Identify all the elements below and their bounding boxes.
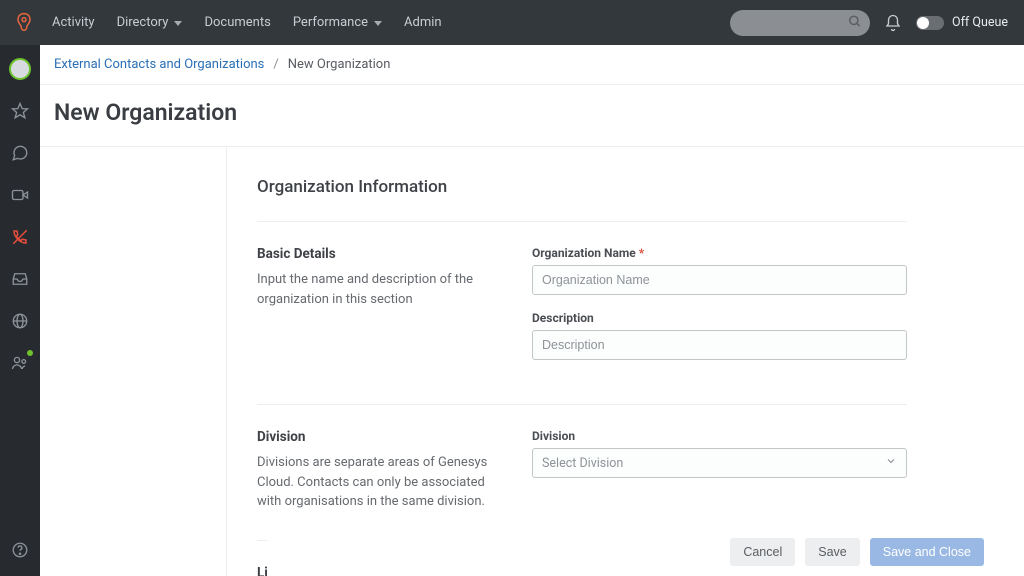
description-input[interactable]: [532, 330, 907, 360]
top-nav-bar: Activity Directory Documents Performance…: [0, 0, 1024, 45]
division-label: Division: [257, 429, 512, 445]
division-select-placeholder: Select Division: [542, 456, 623, 471]
brand-logo[interactable]: [16, 12, 40, 34]
section-heading: Organization Information: [257, 177, 907, 197]
breadcrumb-current: New Organization: [288, 57, 391, 72]
chat-icon[interactable]: [0, 141, 40, 165]
toggle-switch[interactable]: [916, 16, 944, 30]
nav-performance[interactable]: Performance: [293, 15, 382, 30]
chevron-down-icon: [174, 21, 182, 26]
nav-items: Activity Directory Documents Performance…: [52, 15, 442, 30]
save-button[interactable]: Save: [805, 538, 860, 566]
profile-avatar[interactable]: [0, 57, 40, 81]
breadcrumb-separator: /: [273, 57, 278, 72]
org-name-input[interactable]: [532, 265, 907, 295]
global-search[interactable]: [730, 10, 870, 36]
queue-label: Off Queue: [952, 15, 1008, 30]
status-dot: [27, 350, 33, 356]
basic-details-desc: Input the name and description of the or…: [257, 270, 512, 309]
main-area: External Contacts and Organizations / Ne…: [40, 45, 1024, 576]
division-desc: Divisions are separate areas of Genesys …: [257, 453, 512, 512]
chevron-down-icon: [885, 455, 897, 471]
chevron-down-icon: [374, 21, 382, 26]
divider: [257, 404, 907, 405]
secondary-sidebar: [40, 147, 227, 576]
video-icon[interactable]: [0, 183, 40, 207]
queue-toggle[interactable]: Off Queue: [916, 15, 1008, 30]
form-body: Organization Information Basic Details I…: [227, 147, 1024, 576]
nav-directory[interactable]: Directory: [117, 15, 183, 30]
division-field-label: Division: [532, 429, 907, 443]
globe-icon[interactable]: [0, 309, 40, 333]
cancel-button[interactable]: Cancel: [730, 538, 795, 566]
division-select[interactable]: Select Division: [532, 448, 907, 478]
search-icon: [848, 13, 862, 32]
nav-admin[interactable]: Admin: [404, 15, 442, 30]
page-title: New Organization: [54, 99, 1010, 126]
help-icon[interactable]: [0, 538, 40, 562]
breadcrumb-parent[interactable]: External Contacts and Organizations: [54, 57, 264, 72]
org-name-label: Organization Name *: [532, 246, 907, 260]
description-label: Description: [532, 311, 907, 325]
notifications-button[interactable]: [884, 14, 902, 32]
basic-details-label: Basic Details: [257, 246, 512, 262]
divider: [257, 221, 907, 222]
star-icon[interactable]: [0, 99, 40, 123]
breadcrumb: External Contacts and Organizations / Ne…: [40, 45, 1024, 85]
left-sidebar: [0, 45, 40, 576]
inbox-icon[interactable]: [0, 267, 40, 291]
phone-disabled-icon[interactable]: [0, 225, 40, 249]
people-icon[interactable]: [0, 351, 40, 375]
save-and-close-button[interactable]: Save and Close: [870, 538, 984, 566]
nav-activity[interactable]: Activity: [52, 15, 95, 30]
nav-documents[interactable]: Documents: [204, 15, 270, 30]
footer-actions: Cancel Save Save and Close: [267, 528, 1024, 576]
